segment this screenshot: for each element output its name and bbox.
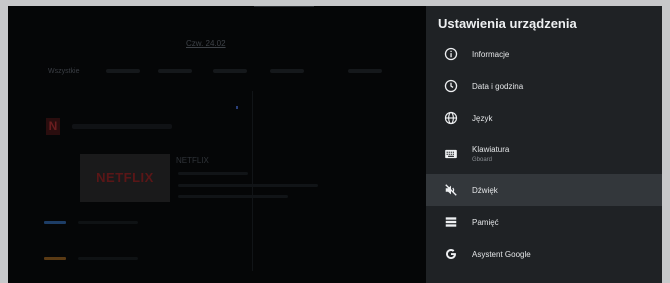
menu-item-label: Klawiatura	[472, 145, 510, 154]
globe-icon	[444, 111, 458, 125]
google-icon	[444, 247, 458, 261]
panel-title: Ustawienia urządzenia	[438, 16, 577, 31]
storage-icon	[444, 215, 458, 229]
category-placeholder	[158, 69, 192, 73]
category-placeholder	[213, 69, 247, 73]
category-placeholder	[348, 69, 382, 73]
menu-item-google-assistant[interactable]: Asystent Google	[426, 238, 662, 270]
clock-icon	[444, 79, 458, 93]
menu-item-sublabel: Gboard	[472, 157, 493, 163]
date-tab: Czw. 24.02	[186, 39, 226, 48]
category-placeholder	[270, 69, 304, 73]
text-placeholder	[78, 221, 138, 224]
menu-item-date-time[interactable]: Data i godzina	[426, 70, 662, 102]
menu-item-information[interactable]: Informacje	[426, 38, 662, 70]
channel-accent	[44, 257, 66, 260]
divider-line	[252, 91, 253, 271]
menu-item-sound[interactable]: Dźwięk	[426, 174, 662, 206]
text-placeholder	[178, 184, 318, 187]
top-indicator	[254, 6, 314, 7]
netflix-tile: NETFLIX	[80, 154, 170, 202]
device-settings-panel: Ustawienia urządzenia Informacje Data i …	[426, 6, 662, 283]
menu-item-language[interactable]: Język	[426, 102, 662, 134]
menu-item-label: Informacje	[472, 49, 510, 59]
menu-item-label: Data i godzina	[472, 81, 524, 91]
text-placeholder	[78, 257, 138, 260]
info-icon	[444, 47, 458, 61]
text-placeholder	[178, 172, 248, 175]
menu-item-label: Asystent Google	[472, 249, 531, 259]
category-placeholder	[106, 69, 140, 73]
channel-accent	[44, 221, 66, 224]
menu-item-label: Dźwięk	[472, 185, 498, 195]
text-placeholder	[178, 195, 288, 198]
menu-item-keyboard[interactable]: Klawiatura Gboard	[426, 134, 662, 174]
sound-icon	[444, 183, 458, 197]
menu-item-label: Język	[472, 113, 493, 123]
background-app-dimmed: Czw. 24.02 Wszystkie N NETFLIX NETFLIX	[8, 6, 426, 283]
settings-menu: Informacje Data i godzina Język Klawiatu…	[426, 38, 662, 270]
focus-dot	[236, 106, 238, 109]
menu-item-label: Pamięć	[472, 217, 499, 227]
category-tab: Wszystkie	[48, 68, 80, 75]
tv-screen: Czw. 24.02 Wszystkie N NETFLIX NETFLIX U…	[8, 6, 662, 283]
menu-item-storage[interactable]: Pamięć	[426, 206, 662, 238]
provider-row	[72, 124, 172, 129]
keyboard-icon	[444, 147, 458, 161]
tile-title: NETFLIX	[176, 156, 209, 165]
netflix-logo-icon: N	[46, 118, 60, 135]
